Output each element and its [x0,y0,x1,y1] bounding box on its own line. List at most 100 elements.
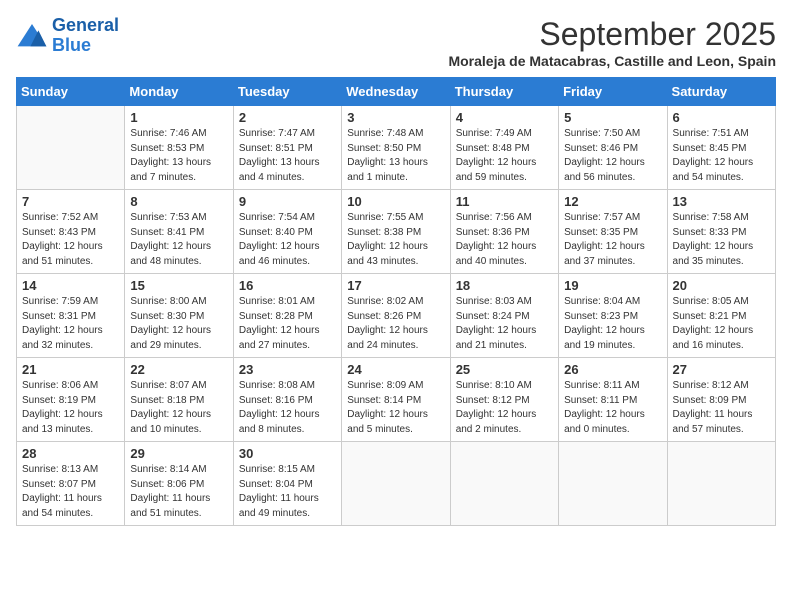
day-info: Sunrise: 8:10 AM Sunset: 8:12 PM Dayligh… [456,379,553,437]
day-number: 2 [239,110,336,125]
day-info: Sunrise: 7:48 AM Sunset: 8:50 PM Dayligh… [347,127,444,185]
day-info: Sunrise: 8:13 AM Sunset: 8:07 PM Dayligh… [22,463,119,521]
day-number: 24 [347,362,444,377]
calendar-cell: 11Sunrise: 7:56 AM Sunset: 8:36 PM Dayli… [450,190,558,274]
day-number: 7 [22,194,119,209]
day-info: Sunrise: 7:49 AM Sunset: 8:48 PM Dayligh… [456,127,553,185]
calendar-cell [667,442,775,526]
title-section: September 2025 Moraleja de Matacabras, C… [448,16,776,69]
day-number: 25 [456,362,553,377]
day-info: Sunrise: 7:52 AM Sunset: 8:43 PM Dayligh… [22,211,119,269]
calendar-week-row: 21Sunrise: 8:06 AM Sunset: 8:19 PM Dayli… [17,358,776,442]
calendar-cell: 2Sunrise: 7:47 AM Sunset: 8:51 PM Daylig… [233,106,341,190]
calendar-cell: 23 Sunrise: 8:08 AM Sunset: 8:16 PM Dayli… [233,358,341,442]
calendar-cell: 13 Sunrise: 7:58 AM Sunset: 8:33 PM Dayli… [667,190,775,274]
day-info: Sunrise: 7:59 AM Sunset: 8:31 PM Dayligh… [22,295,119,353]
calendar-cell: 30 Sunrise: 8:15 AM Sunset: 8:04 PM Dayli… [233,442,341,526]
day-number: 9 [239,194,336,209]
day-info: Sunrise: 8:08 AM Sunset: 8:16 PM Dayligh… [239,379,336,437]
day-number: 3 [347,110,444,125]
calendar-cell: 12Sunrise: 7:57 AM Sunset: 8:35 PM Dayli… [559,190,667,274]
day-info: Sunrise: 8:11 AM Sunset: 8:11 PM Dayligh… [564,379,661,437]
calendar-cell [17,106,125,190]
calendar-week-row: 28 Sunrise: 8:13 AM Sunset: 8:07 PM Dayli… [17,442,776,526]
day-header-wednesday: Wednesday [342,78,450,106]
calendar-cell: 1 Sunrise: 7:46 AM Sunset: 8:53 PM Daylig… [125,106,233,190]
calendar-table: SundayMondayTuesdayWednesdayThursdayFrid… [16,77,776,526]
day-number: 23 [239,362,336,377]
day-number: 26 [564,362,661,377]
day-number: 14 [22,278,119,293]
calendar-cell: 15Sunrise: 8:00 AM Sunset: 8:30 PM Dayli… [125,274,233,358]
day-number: 19 [564,278,661,293]
calendar-cell [342,442,450,526]
day-info: Sunrise: 8:03 AM Sunset: 8:24 PM Dayligh… [456,295,553,353]
calendar-cell: 24 Sunrise: 8:09 AM Sunset: 8:14 PM Dayli… [342,358,450,442]
day-info: Sunrise: 8:01 AM Sunset: 8:28 PM Dayligh… [239,295,336,353]
calendar-cell: 5Sunrise: 7:50 AM Sunset: 8:46 PM Daylig… [559,106,667,190]
day-info: Sunrise: 7:55 AM Sunset: 8:38 PM Dayligh… [347,211,444,269]
calendar-cell: 25 Sunrise: 8:10 AM Sunset: 8:12 PM Dayli… [450,358,558,442]
calendar-cell: 27 Sunrise: 8:12 AM Sunset: 8:09 PM Dayli… [667,358,775,442]
day-header-tuesday: Tuesday [233,78,341,106]
day-number: 28 [22,446,119,461]
day-info: Sunrise: 7:51 AM Sunset: 8:45 PM Dayligh… [673,127,770,185]
day-info: Sunrise: 7:46 AM Sunset: 8:53 PM Dayligh… [130,127,227,185]
day-info: Sunrise: 8:09 AM Sunset: 8:14 PM Dayligh… [347,379,444,437]
day-info: Sunrise: 8:00 AM Sunset: 8:30 PM Dayligh… [130,295,227,353]
calendar-cell: 20 Sunrise: 8:05 AM Sunset: 8:21 PM Dayli… [667,274,775,358]
calendar-cell: 17Sunrise: 8:02 AM Sunset: 8:26 PM Dayli… [342,274,450,358]
day-info: Sunrise: 7:50 AM Sunset: 8:46 PM Dayligh… [564,127,661,185]
calendar-cell [559,442,667,526]
logo: General Blue [16,16,119,56]
day-number: 12 [564,194,661,209]
logo-icon [16,22,48,50]
calendar-cell: 29Sunrise: 8:14 AM Sunset: 8:06 PM Dayli… [125,442,233,526]
calendar-week-row: 7 Sunrise: 7:52 AM Sunset: 8:43 PM Daylig… [17,190,776,274]
day-header-monday: Monday [125,78,233,106]
day-number: 6 [673,110,770,125]
day-number: 29 [130,446,227,461]
day-header-saturday: Saturday [667,78,775,106]
calendar-cell: 22 Sunrise: 8:07 AM Sunset: 8:18 PM Dayli… [125,358,233,442]
calendar-cell: 10Sunrise: 7:55 AM Sunset: 8:38 PM Dayli… [342,190,450,274]
day-info: Sunrise: 8:12 AM Sunset: 8:09 PM Dayligh… [673,379,770,437]
calendar-cell: 3 Sunrise: 7:48 AM Sunset: 8:50 PM Daylig… [342,106,450,190]
day-number: 20 [673,278,770,293]
day-number: 8 [130,194,227,209]
calendar-cell: 14 Sunrise: 7:59 AM Sunset: 8:31 PM Dayli… [17,274,125,358]
day-number: 30 [239,446,336,461]
calendar-cell: 4Sunrise: 7:49 AM Sunset: 8:48 PM Daylig… [450,106,558,190]
calendar-cell: 26 Sunrise: 8:11 AM Sunset: 8:11 PM Dayli… [559,358,667,442]
day-header-thursday: Thursday [450,78,558,106]
calendar-header-row: SundayMondayTuesdayWednesdayThursdayFrid… [17,78,776,106]
day-number: 1 [130,110,227,125]
day-info: Sunrise: 7:53 AM Sunset: 8:41 PM Dayligh… [130,211,227,269]
day-number: 18 [456,278,553,293]
calendar-cell [450,442,558,526]
calendar-cell: 19 Sunrise: 8:04 AM Sunset: 8:23 PM Dayli… [559,274,667,358]
month-title: September 2025 [448,16,776,53]
day-info: Sunrise: 7:54 AM Sunset: 8:40 PM Dayligh… [239,211,336,269]
day-info: Sunrise: 7:58 AM Sunset: 8:33 PM Dayligh… [673,211,770,269]
day-info: Sunrise: 8:05 AM Sunset: 8:21 PM Dayligh… [673,295,770,353]
day-info: Sunrise: 8:04 AM Sunset: 8:23 PM Dayligh… [564,295,661,353]
calendar-week-row: 14 Sunrise: 7:59 AM Sunset: 8:31 PM Dayli… [17,274,776,358]
day-info: Sunrise: 7:56 AM Sunset: 8:36 PM Dayligh… [456,211,553,269]
day-info: Sunrise: 8:02 AM Sunset: 8:26 PM Dayligh… [347,295,444,353]
location-subtitle: Moraleja de Matacabras, Castille and Leo… [448,53,776,69]
calendar-cell: 16Sunrise: 8:01 AM Sunset: 8:28 PM Dayli… [233,274,341,358]
calendar-cell: 21Sunrise: 8:06 AM Sunset: 8:19 PM Dayli… [17,358,125,442]
day-info: Sunrise: 8:07 AM Sunset: 8:18 PM Dayligh… [130,379,227,437]
day-header-friday: Friday [559,78,667,106]
logo-line2: Blue [52,35,91,55]
calendar-cell: 28 Sunrise: 8:13 AM Sunset: 8:07 PM Dayli… [17,442,125,526]
day-number: 13 [673,194,770,209]
day-info: Sunrise: 8:15 AM Sunset: 8:04 PM Dayligh… [239,463,336,521]
calendar-cell: 9 Sunrise: 7:54 AM Sunset: 8:40 PM Daylig… [233,190,341,274]
day-number: 27 [673,362,770,377]
page-header: General Blue September 2025 Moraleja de … [16,16,776,69]
logo-text: General Blue [52,16,119,56]
day-number: 22 [130,362,227,377]
day-header-sunday: Sunday [17,78,125,106]
